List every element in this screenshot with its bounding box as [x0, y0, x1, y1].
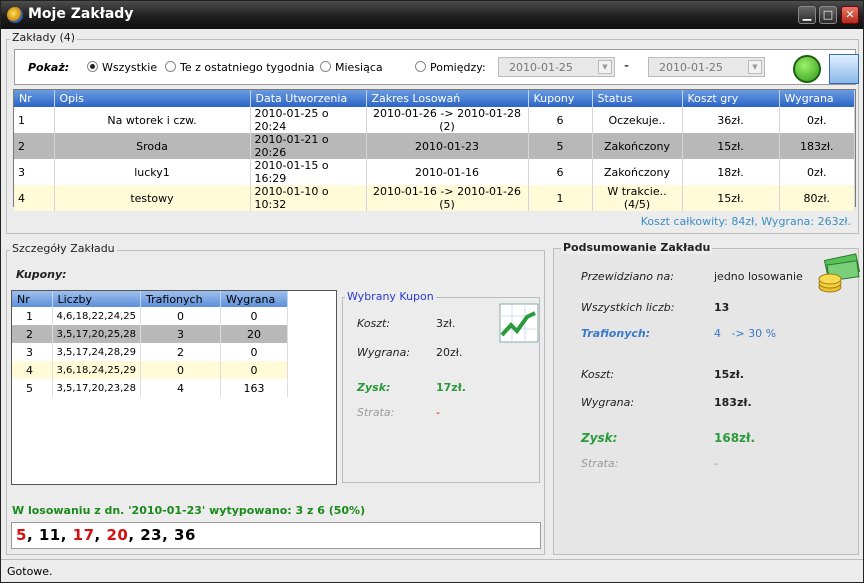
coupons-table-header: Nr Liczby Trafionych Wygrana — [12, 291, 288, 307]
edit-document-icon[interactable] — [829, 54, 859, 84]
filter-bar: Pokaż: Wszystkie Te z ostatniego tygodni… — [14, 49, 859, 85]
table-row[interactable]: 2 3,5,17,20,25,28 3 20 — [12, 325, 288, 343]
apply-check-icon[interactable] — [793, 55, 821, 83]
coupons-label: Kupony: — [16, 268, 67, 281]
date-dash: - — [624, 58, 630, 74]
hits-label: Trafionych: — [581, 327, 651, 340]
money-icon — [818, 253, 860, 293]
radio-all-label[interactable]: Wszystkie — [102, 61, 157, 74]
title-bar[interactable]: Moje Zakłady ▁ □ ✕ — [1, 1, 863, 29]
radio-all[interactable] — [87, 61, 98, 72]
draw-info: W losowaniu z dn. '2010-01-23' wytypowan… — [12, 504, 366, 517]
maximize-button[interactable]: □ — [819, 6, 837, 24]
chevron-down-icon[interactable]: ▼ — [598, 60, 612, 74]
date-from-value: 2010-01-25 — [509, 61, 573, 74]
drawn-number: 36 — [174, 526, 196, 544]
col-opis[interactable]: Opis — [54, 90, 251, 107]
planned-label: Przewidziano na: — [581, 270, 674, 283]
close-button[interactable]: ✕ — [841, 6, 859, 24]
col-kupony[interactable]: Kupony — [528, 90, 593, 107]
coupon-cost-label: Koszt: — [357, 317, 391, 330]
radio-between-label[interactable]: Pomiędzy: — [430, 61, 486, 74]
summary-cost-label: Koszt: — [581, 368, 615, 381]
col-coupon-trafionych[interactable]: Trafionych — [140, 291, 222, 307]
bets-group-label: Zakłady (4) — [10, 31, 78, 44]
date-to-value: 2010-01-25 — [659, 61, 723, 74]
coupon-cost-value: 3zł. — [436, 317, 456, 330]
col-wygrana[interactable]: Wygrana — [779, 90, 855, 107]
coupon-loss-label: Strata: — [357, 406, 395, 419]
col-zakres[interactable]: Zakres Losowań — [366, 90, 529, 107]
bets-table: Nr Opis Data Utworzenia Zakres Losowań K… — [13, 89, 856, 211]
window-title: Moje Zakłady — [28, 6, 134, 22]
app-icon — [7, 7, 23, 23]
table-row[interactable]: 4 testowy 2010-01-10 o 10:32 2010-01-16 … — [14, 185, 855, 211]
col-nr[interactable]: Nr — [14, 90, 55, 107]
coupon-win-value: 20zł. — [436, 346, 463, 359]
col-coupon-wygrana[interactable]: Wygrana — [220, 291, 288, 307]
table-row[interactable]: 3 3,5,17,24,28,29 2 0 — [12, 343, 288, 361]
date-from-picker[interactable]: 2010-01-25 ▼ — [498, 57, 615, 77]
coupons-table: Nr Liczby Trafionych Wygrana 1 4,6,18,22… — [11, 290, 337, 485]
show-label: Pokaż: — [28, 61, 70, 74]
summary-profit-label: Zysk: — [581, 431, 618, 445]
details-group-label: Szczegóły Zakładu — [10, 242, 117, 255]
drawn-number: 23 — [140, 526, 163, 544]
date-to-picker[interactable]: 2010-01-25 ▼ — [648, 57, 765, 77]
radio-week-label[interactable]: Te z ostatniego tygodnia — [180, 61, 315, 74]
drawn-number: 11 — [38, 526, 61, 544]
chart-icon — [499, 303, 539, 343]
summary-cost-value: 15zł. — [714, 368, 744, 381]
col-data[interactable]: Data Utworzenia — [250, 90, 367, 107]
col-coupon-nr[interactable]: Nr — [12, 291, 53, 307]
radio-week[interactable] — [165, 61, 176, 72]
coupon-win-label: Wygrana: — [357, 346, 411, 359]
summary-loss-label: Strata: — [581, 457, 619, 470]
drawn-numbers: 5, 11, 17, 20, 23, 36 — [11, 522, 541, 549]
drawn-number: 17 — [72, 526, 95, 544]
total-cost-summary: Koszt całkowity: 84zł, Wygrana: 263zł. — [640, 215, 851, 228]
table-row[interactable]: 4 3,6,18,24,25,29 0 0 — [12, 361, 288, 379]
hits-value: 4 -> 30 % — [714, 327, 777, 340]
drawn-number: 20 — [106, 526, 129, 544]
summary-profit-value: 168zł. — [714, 431, 756, 445]
selected-coupon-label: Wybrany Kupon — [345, 290, 436, 303]
table-row[interactable]: 3 lucky1 2010-01-15 o 16:29 2010-01-16 6… — [14, 159, 855, 185]
table-row[interactable]: 1 Na wtorek i czw. 2010-01-25 o 20:24 20… — [14, 107, 855, 133]
col-status[interactable]: Status — [592, 90, 683, 107]
summary-win-value: 183zł. — [714, 396, 752, 409]
all-numbers-value: 13 — [714, 301, 730, 314]
chevron-down-icon[interactable]: ▼ — [748, 60, 762, 74]
radio-between[interactable] — [415, 61, 426, 72]
drawn-number: 5 — [16, 526, 27, 544]
summary-loss-value: - — [714, 457, 718, 470]
table-row[interactable]: 5 3,5,17,20,23,28 4 163 — [12, 379, 288, 397]
summary-group-label: Podsumowanie Zakładu — [561, 241, 713, 254]
minimize-button[interactable]: ▁ — [798, 6, 816, 24]
col-coupon-liczby[interactable]: Liczby — [52, 291, 142, 307]
table-row[interactable]: 2 Sroda 2010-01-21 o 20:26 2010-01-23 5 … — [14, 133, 855, 159]
coupon-profit-label: Zysk: — [357, 381, 391, 394]
status-text: Gotowe. — [7, 565, 53, 578]
status-bar: Gotowe. — [1, 559, 863, 582]
coupon-profit-value: 17zł. — [436, 381, 466, 394]
planned-value: jedno losowanie — [714, 270, 803, 283]
bets-table-header: Nr Opis Data Utworzenia Zakres Losowań K… — [14, 90, 855, 107]
coupon-loss-value: - — [436, 406, 440, 419]
col-koszt[interactable]: Koszt gry — [682, 90, 780, 107]
table-row[interactable]: 1 4,6,18,22,24,25 0 0 — [12, 307, 288, 325]
radio-month[interactable] — [320, 61, 331, 72]
summary-win-label: Wygrana: — [581, 396, 635, 409]
all-numbers-label: Wszystkich liczb: — [581, 301, 675, 314]
main-window: Moje Zakłady ▁ □ ✕ Zakłady (4) Pokaż: Ws… — [0, 0, 864, 583]
radio-month-label[interactable]: Miesiąca — [335, 61, 383, 74]
